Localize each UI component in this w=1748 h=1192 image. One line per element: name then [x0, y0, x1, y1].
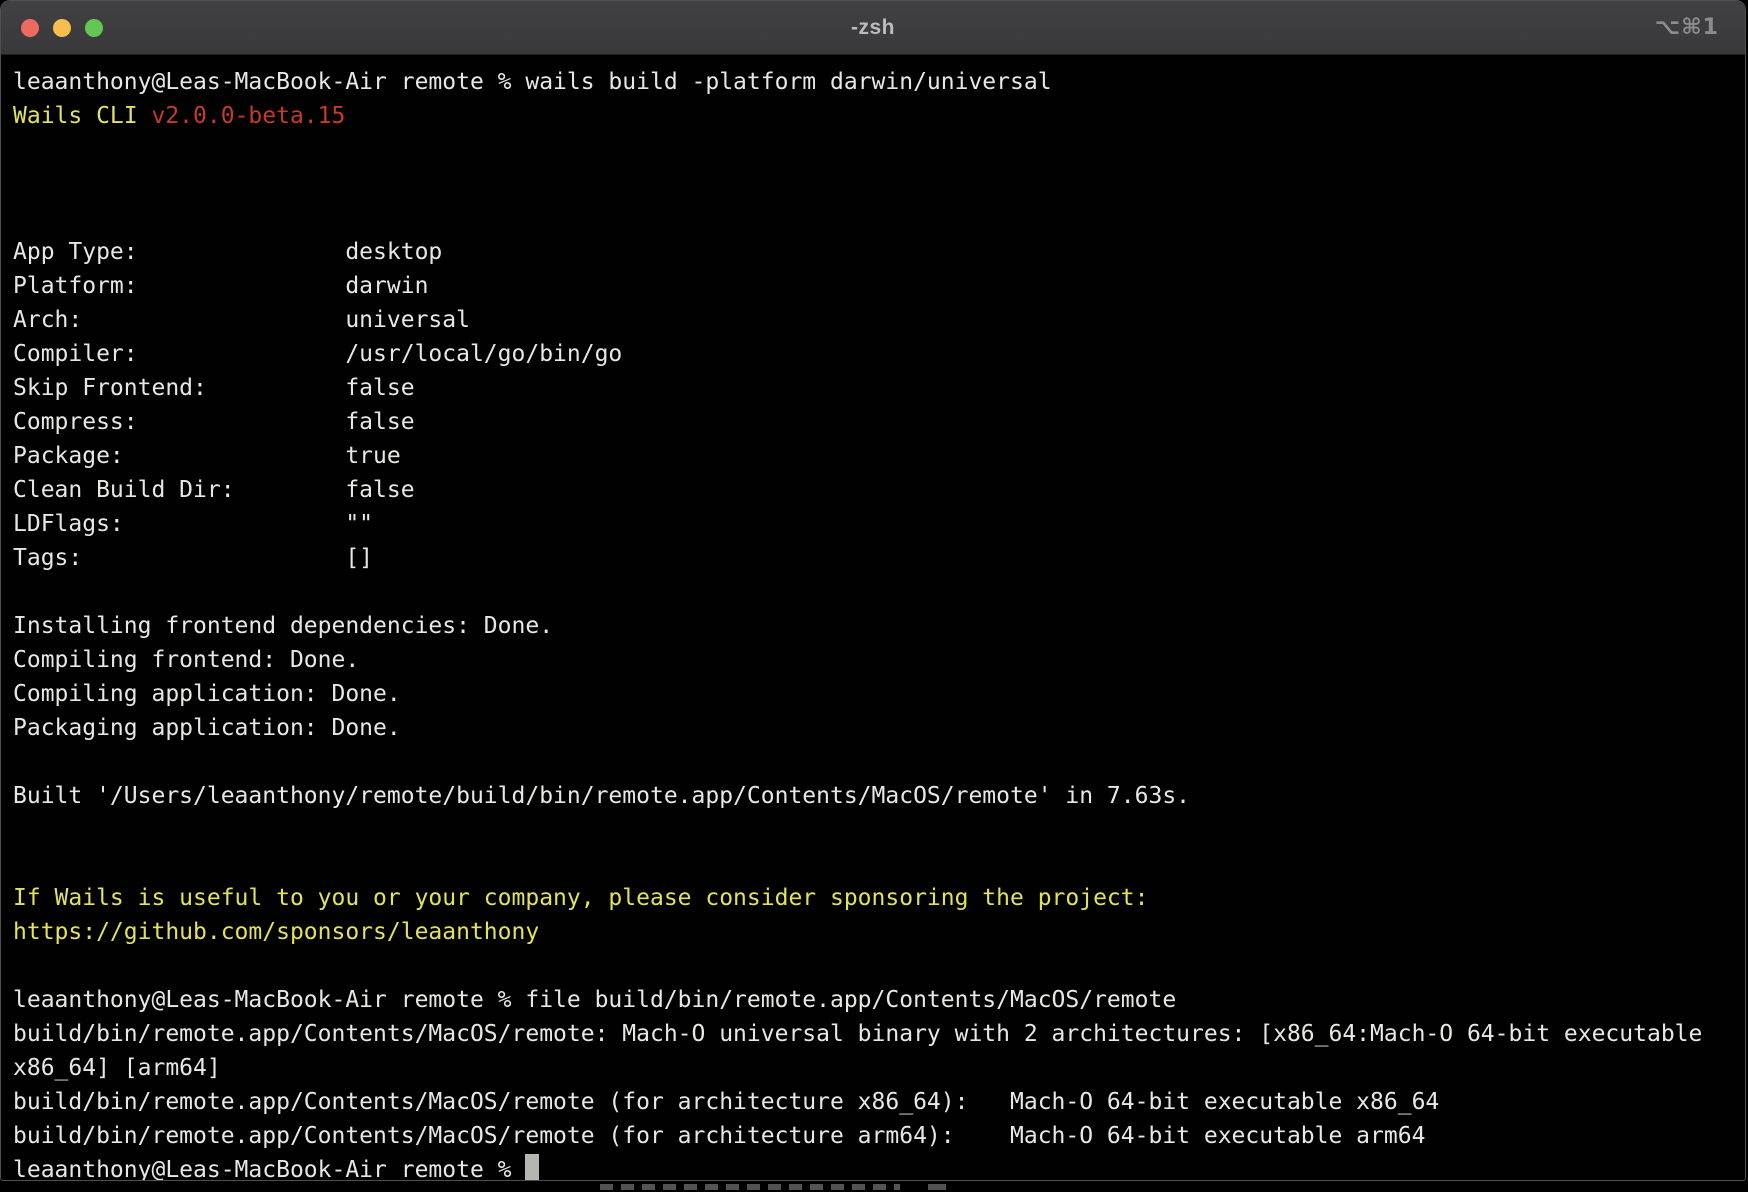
- terminal-text-segment: Skip Frontend: false: [13, 375, 415, 401]
- terminal-line: build/bin/remote.app/Contents/MacOS/remo…: [13, 1119, 1745, 1153]
- terminal-text-segment: v2.0.0-beta.15: [151, 103, 345, 129]
- terminal-line: Skip Frontend: false: [13, 371, 1745, 405]
- window-title: -zsh: [1, 16, 1745, 40]
- terminal-text-segment: Installing frontend dependencies: Done.: [13, 613, 553, 639]
- terminal-text-segment: Arch: universal: [13, 307, 470, 333]
- terminal-line: Platform: darwin: [13, 269, 1745, 303]
- terminal-line: If Wails is useful to you or your compan…: [13, 881, 1745, 915]
- terminal-line: leaanthony@Leas-MacBook-Air remote % fil…: [13, 983, 1745, 1017]
- terminal-line: x86_64] [arm64]: [13, 1051, 1745, 1085]
- terminal-line: https://github.com/sponsors/leaanthony: [13, 915, 1745, 949]
- terminal-line: Built '/Users/leaanthony/remote/build/bi…: [13, 779, 1745, 813]
- terminal-body[interactable]: leaanthony@Leas-MacBook-Air remote % wai…: [1, 55, 1745, 1181]
- terminal-text-segment: build/bin/remote.app/Contents/MacOS/remo…: [13, 1021, 1702, 1047]
- terminal-text-segment: Built '/Users/leaanthony/remote/build/bi…: [13, 783, 1190, 809]
- titlebar[interactable]: -zsh ⌥⌘1: [1, 1, 1745, 55]
- zoom-button[interactable]: [85, 19, 103, 37]
- background-window-sliver: [600, 1184, 900, 1190]
- terminal-line: Compiling frontend: Done.: [13, 643, 1745, 677]
- keyboard-shortcut-badge: ⌥⌘1: [1655, 1, 1719, 54]
- minimize-button[interactable]: [53, 19, 71, 37]
- terminal-line: Tags: []: [13, 541, 1745, 575]
- terminal-line: Packaging application: Done.: [13, 711, 1745, 745]
- terminal-text-segment: build/bin/remote.app/Contents/MacOS/remo…: [13, 1089, 1439, 1115]
- terminal-text-segment: leaanthony@Leas-MacBook-Air remote % wai…: [13, 69, 1052, 95]
- terminal-text-segment: Wails CLI: [13, 103, 151, 129]
- terminal-line: leaanthony@Leas-MacBook-Air remote % wai…: [13, 65, 1745, 99]
- terminal-line: Clean Build Dir: false: [13, 473, 1745, 507]
- terminal-line: [13, 847, 1745, 881]
- terminal-text-segment: x86_64] [arm64]: [13, 1055, 221, 1081]
- terminal-text-segment: Packaging application: Done.: [13, 715, 401, 741]
- terminal-line: Package: true: [13, 439, 1745, 473]
- terminal-line: [13, 133, 1745, 167]
- terminal-text-segment: Clean Build Dir: false: [13, 477, 415, 503]
- terminal-text-segment: Compiling application: Done.: [13, 681, 401, 707]
- terminal-text-segment: If Wails is useful to you or your compan…: [13, 885, 1148, 911]
- terminal-text-segment: App Type: desktop: [13, 239, 442, 265]
- terminal-text-segment: LDFlags: "": [13, 511, 373, 537]
- terminal-text-segment: Compiler: /usr/local/go/bin/go: [13, 341, 622, 367]
- terminal-text-segment: leaanthony@Leas-MacBook-Air remote % fil…: [13, 987, 1176, 1013]
- terminal-text-segment: Compiling frontend: Done.: [13, 647, 359, 673]
- terminal-text-segment: build/bin/remote.app/Contents/MacOS/remo…: [13, 1123, 1425, 1149]
- close-button[interactable]: [21, 19, 39, 37]
- terminal-cursor: [525, 1154, 539, 1181]
- terminal-line: LDFlags: "": [13, 507, 1745, 541]
- terminal-text-segment: Platform: darwin: [13, 273, 428, 299]
- terminal-line: App Type: desktop: [13, 235, 1745, 269]
- terminal-line: [13, 575, 1745, 609]
- terminal-text-segment: Compress: false: [13, 409, 415, 435]
- terminal-line: build/bin/remote.app/Contents/MacOS/remo…: [13, 1085, 1745, 1119]
- terminal-text-segment: https://github.com/sponsors/leaanthony: [13, 919, 539, 945]
- terminal-window: -zsh ⌥⌘1 leaanthony@Leas-MacBook-Air rem…: [0, 0, 1746, 1181]
- terminal-line: Compiler: /usr/local/go/bin/go: [13, 337, 1745, 371]
- terminal-line: [13, 745, 1745, 779]
- terminal-line: [13, 813, 1745, 847]
- terminal-line: build/bin/remote.app/Contents/MacOS/remo…: [13, 1017, 1745, 1051]
- terminal-line: [13, 201, 1745, 235]
- terminal-text-segment: Package: true: [13, 443, 401, 469]
- background-window-sliver-dot: [928, 1184, 946, 1190]
- traffic-lights: [21, 1, 103, 54]
- terminal-text-segment: leaanthony@Leas-MacBook-Air remote %: [13, 1157, 525, 1181]
- terminal-line: Compress: false: [13, 405, 1745, 439]
- terminal-line: [13, 949, 1745, 983]
- terminal-line: Arch: universal: [13, 303, 1745, 337]
- terminal-line: Wails CLI v2.0.0-beta.15: [13, 99, 1745, 133]
- terminal-text-segment: Tags: []: [13, 545, 373, 571]
- terminal-line: Installing frontend dependencies: Done.: [13, 609, 1745, 643]
- terminal-line: Compiling application: Done.: [13, 677, 1745, 711]
- terminal-line: [13, 167, 1745, 201]
- terminal-line: leaanthony@Leas-MacBook-Air remote %: [13, 1153, 1745, 1181]
